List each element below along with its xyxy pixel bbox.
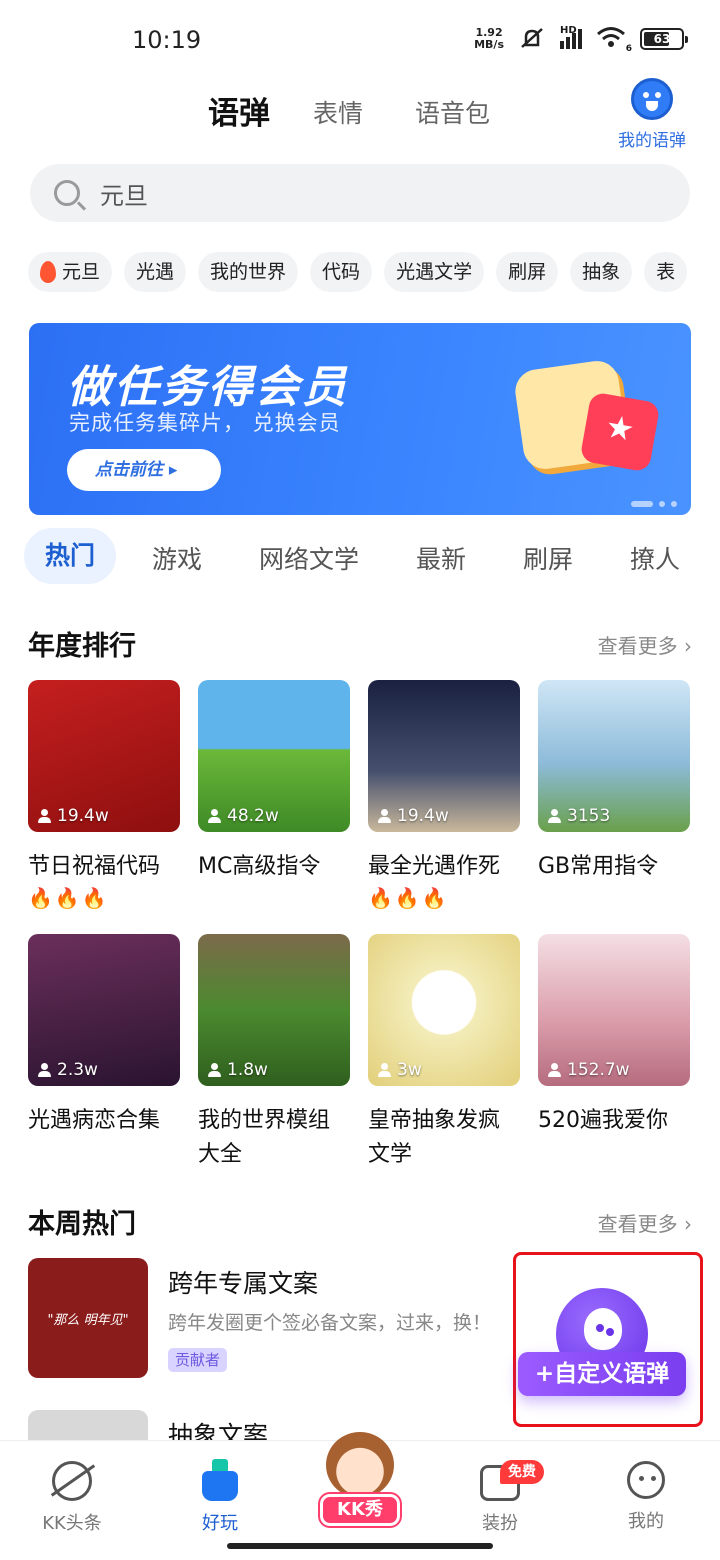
card-title: 皇帝抽象发疯文学 [368,1108,501,1167]
annual-ranking-title: 年度排行 [28,631,136,662]
tab-emoji[interactable]: 表情 [313,94,363,130]
tab-games[interactable]: 游戏 [152,540,202,576]
ranking-card[interactable]: 1.8w 我的世界模组大全 [198,934,350,1172]
person-icon [38,1063,51,1077]
status-icons: 1.92 MB/s HD 6 63 [474,25,688,54]
ranking-card[interactable]: 48.2w MC高级指令 [198,680,350,912]
tab-flirt[interactable]: 撩人 [630,540,680,576]
weekly-hot-title: 本周热门 [28,1209,136,1240]
tab-hot[interactable]: 热门 [24,528,116,584]
tab-voice-pack[interactable]: 语音包 [415,94,490,130]
ranking-card[interactable]: 3153 GB常用指令 [538,680,690,912]
chip-keyword[interactable]: 刷屏 [496,252,559,292]
card-thumbnail: 3w [368,934,520,1086]
banner-subtitle: 完成任务集碎片， 兑换会员 [69,411,341,435]
battery-icon: 63 [640,28,688,50]
card-title: 最全光遇作死 [368,854,501,879]
chip-keyword[interactable]: 光遇文学 [384,252,485,292]
chip-keyword[interactable]: 代码 [310,252,373,292]
item-description: 跨年发圈更个签必备文案，过来，换！ [168,1312,492,1334]
chip-keyword[interactable]: 我的世界 [198,252,299,292]
annual-ranking-row-1: 19.4w 节日祝福代码 🔥🔥🔥 48.2w MC高级指令 19.4w 最全光遇… [28,680,692,912]
star-icon [579,391,661,473]
card-thumbnail: 2.3w [28,934,180,1086]
card-thumbnail: 1.8w [198,934,350,1086]
annual-ranking-more-link[interactable]: 查看更多 › [598,630,692,659]
card-title: 520遍我爱你 [538,1108,668,1133]
person-icon [378,1063,391,1077]
face-icon [627,1461,665,1499]
chip-keyword[interactable]: 元旦 [28,252,113,292]
tab-latest[interactable]: 最新 [416,540,466,576]
fire-icons: 🔥🔥🔥 [28,886,109,910]
search-value: 元旦 [100,181,148,210]
custom-yudan-button[interactable]: +自定义语弹 [518,1352,686,1396]
home-indicator[interactable] [227,1543,493,1549]
ranking-card[interactable]: 19.4w 最全光遇作死 🔥🔥🔥 [368,680,520,912]
banner-go-button[interactable]: 点击前往 ▸ [67,449,221,491]
status-time: 10:19 [132,26,202,54]
nav-kk-headlines[interactable]: KK头条 [22,1457,122,1535]
status-bar: 10:19 1.92 MB/s HD 6 63 [0,0,720,80]
card-title: 我的世界模组大全 [198,1108,331,1167]
wifi-icon: 6 [596,26,632,54]
banner-illustration [512,358,661,475]
ranking-card[interactable]: 19.4w 节日祝福代码 🔥🔥🔥 [28,680,180,912]
ranking-card[interactable]: 3w 皇帝抽象发疯文学 [368,934,520,1172]
chip-keyword[interactable]: 表 [644,252,688,292]
card-title: GB常用指令 [538,854,659,879]
ranking-card[interactable]: 152.7w 520遍我爱你 [538,934,690,1172]
card-title: 节日祝福代码 [28,854,161,879]
banner-title: 做任务得会员 [67,362,349,413]
item-thumbnail: "那么 明年见" [28,1258,148,1378]
search-icon [54,180,80,206]
free-badge: 免费 [500,1460,544,1484]
search-input[interactable]: 元旦 [30,164,690,222]
person-icon [208,1063,221,1077]
nav-mine[interactable]: 我的 [596,1457,696,1533]
signal-icon: HD [560,25,582,49]
person-icon [378,809,391,823]
chip-keyword[interactable]: 光遇 [124,252,187,292]
fire-icon [40,261,56,283]
avatar-icon[interactable] [326,1432,394,1498]
face-icon [631,78,673,120]
banner-pagination [631,501,677,507]
tab-yudan[interactable]: 语弹 [208,88,270,133]
card-title: 光遇病恋合集 [28,1108,161,1133]
category-tabs: 热门 游戏 网络文学 最新 刷屏 撩人 [0,528,720,584]
mute-icon [521,28,543,48]
ranking-card[interactable]: 2.3w 光遇病恋合集 [28,934,180,1172]
flask-icon [198,1457,242,1501]
weekly-hot-more-link[interactable]: 查看更多 › [598,1208,692,1237]
my-yudan-button[interactable]: 我的语弹 [612,78,692,151]
card-thumbnail: 3153 [538,680,690,832]
promo-banner[interactable]: 做任务得会员 完成任务集碎片， 兑换会员 点击前往 ▸ [29,323,691,515]
annual-ranking-row-2: 2.3w 光遇病恋合集 1.8w 我的世界模组大全 3w 皇帝抽象发疯文学 15… [28,934,692,1172]
person-icon [548,1063,561,1077]
contributor-badge: 贡献者 [168,1348,228,1372]
card-thumbnail: 152.7w [538,934,690,1086]
net-speed: 1.92 MB/s [474,26,504,51]
card-title: MC高级指令 [198,854,321,879]
planet-icon [52,1461,92,1501]
item-thumbnail [28,1410,148,1440]
chip-keyword[interactable]: 抽象 [570,252,633,292]
nav-kk-show[interactable]: KK秀 [320,1494,400,1526]
person-icon [38,809,51,823]
card-thumbnail: 19.4w [28,680,180,832]
tab-spam[interactable]: 刷屏 [523,540,573,576]
card-thumbnail: 19.4w [368,680,520,832]
item-title: 跨年专属文案 [168,1269,319,1298]
item-title: 抽象文案 [168,1421,269,1440]
fire-icons: 🔥🔥🔥 [368,886,449,910]
person-icon [208,809,221,823]
person-icon [548,809,561,823]
nav-fun[interactable]: 好玩 [170,1457,270,1535]
card-thumbnail: 48.2w [198,680,350,832]
tab-web-literature[interactable]: 网络文学 [259,540,359,576]
hot-keyword-chips: 元旦 光遇 我的世界 代码 光遇文学 刷屏 抽象 表 [28,252,720,292]
